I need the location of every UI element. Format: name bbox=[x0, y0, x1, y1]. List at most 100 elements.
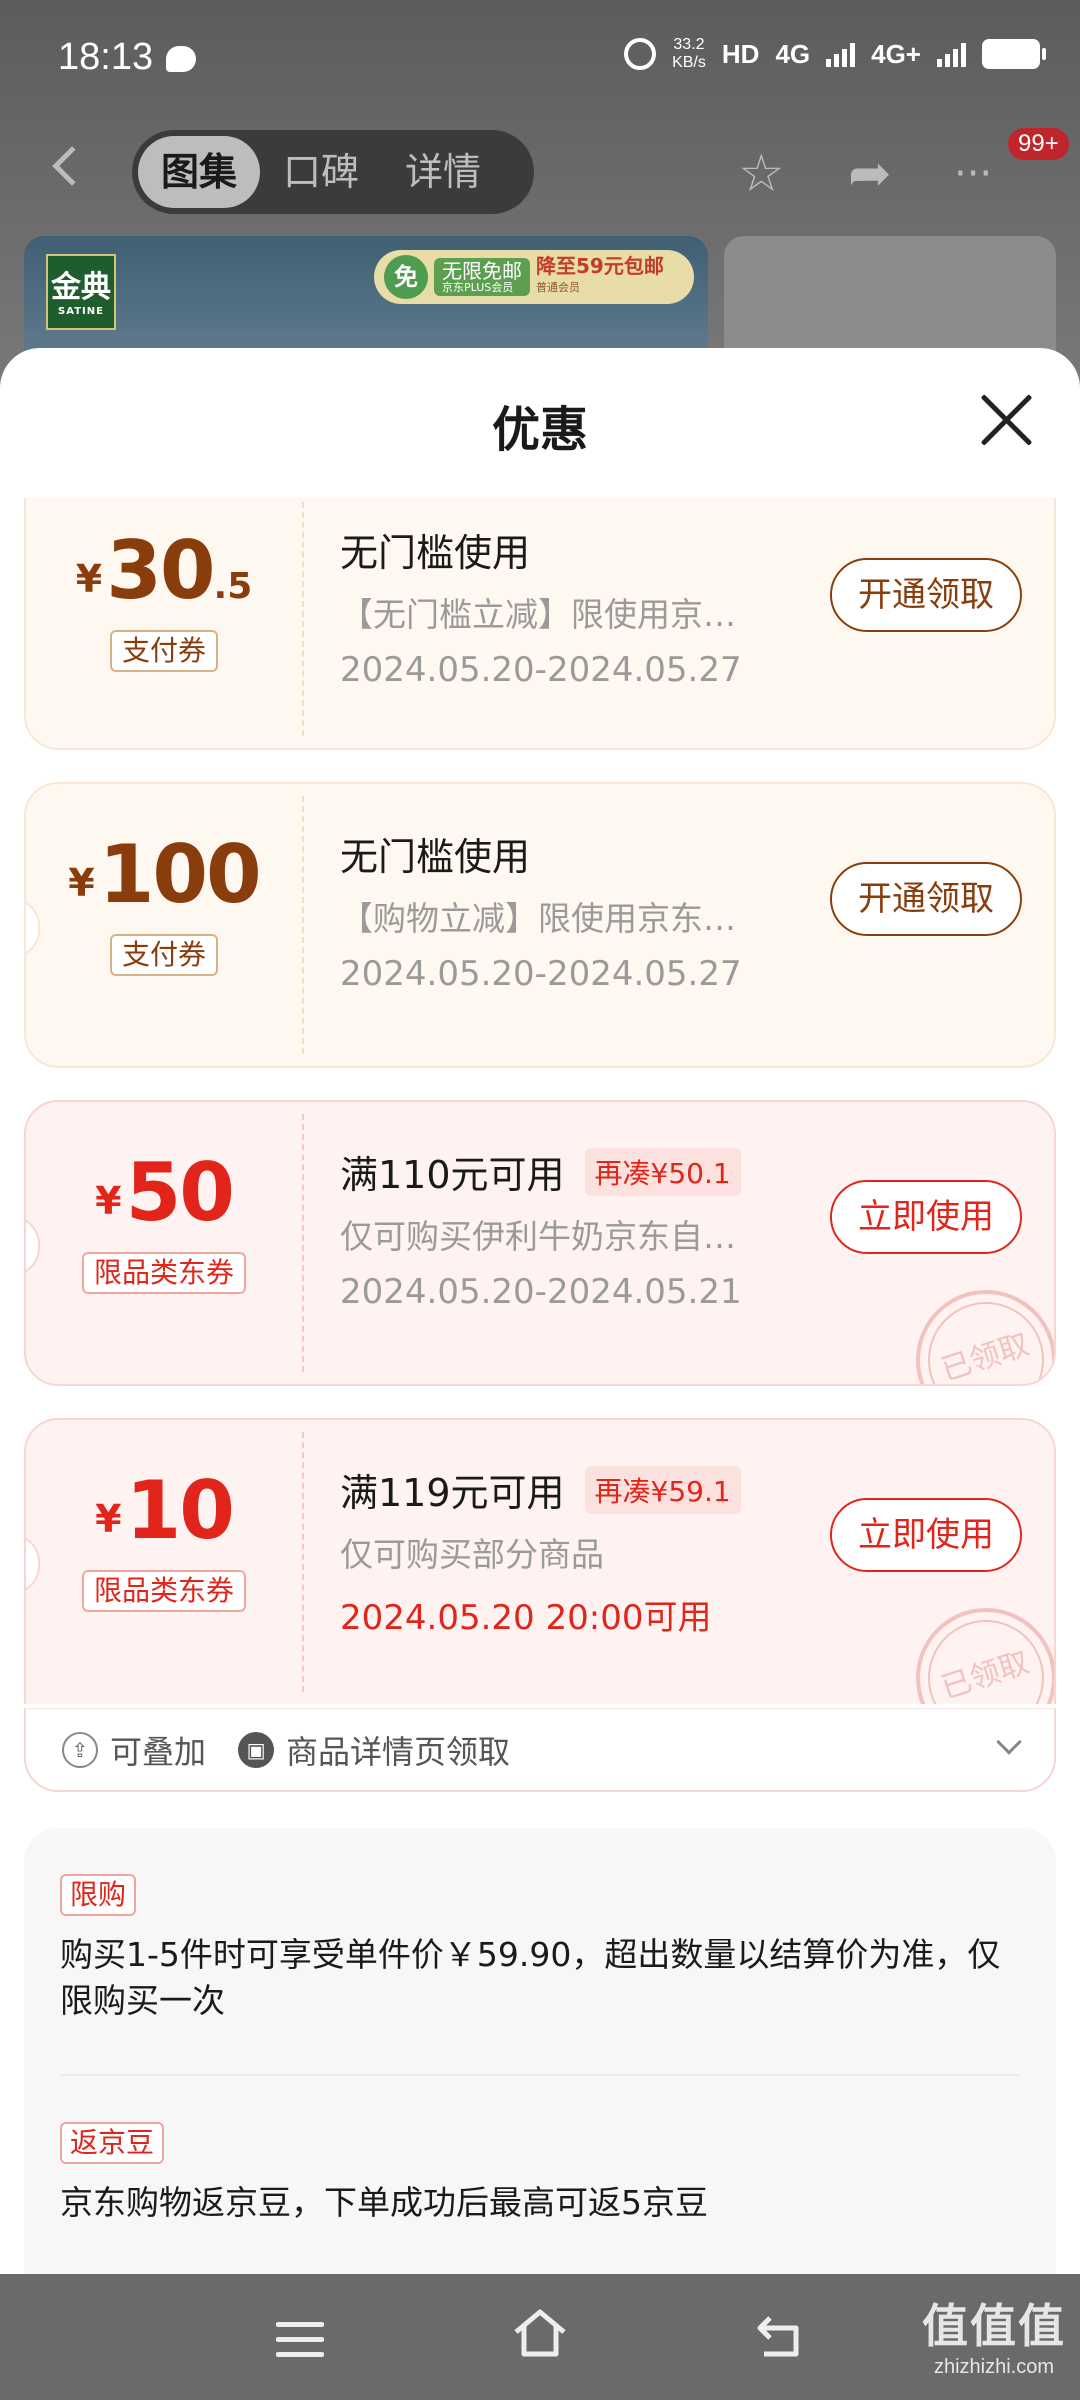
coupon-type-label: 限品类东券 bbox=[81, 1570, 246, 1612]
coupon-type-label: 限品类东券 bbox=[81, 1252, 246, 1294]
use-now-button[interactable]: 立即使用 bbox=[830, 1498, 1022, 1572]
menu-icon[interactable] bbox=[276, 2322, 324, 2358]
ticket-icon: ▣ bbox=[238, 1731, 275, 1768]
coupon-amount-int: 30 bbox=[106, 524, 215, 617]
share-icon[interactable]: ➦ bbox=[848, 148, 892, 200]
free-shipping-icon: 免 bbox=[384, 255, 428, 299]
brand-logo-sub: SATINE bbox=[58, 306, 104, 317]
claim-button[interactable]: 开通领取 bbox=[830, 558, 1022, 632]
coupon-title: 满110元可用 再凑¥50.1 bbox=[340, 1144, 741, 1199]
back-icon[interactable] bbox=[52, 146, 92, 186]
close-icon[interactable] bbox=[978, 392, 1034, 448]
normal-free-shipping: 降至59元包邮 普通会员 bbox=[536, 255, 664, 299]
offers-sheet: 优惠 ¥30.5 支付券 无门槛使用 【无门槛立减】限使用京… 2024.05.… bbox=[0, 348, 1080, 2274]
normal-free-shipping-main: 降至59元包邮 bbox=[536, 254, 664, 278]
coupon-amount: ¥30.5 bbox=[26, 524, 302, 617]
claim-button[interactable]: 开通领取 bbox=[830, 862, 1022, 936]
coupon-title-text: 无门槛使用 bbox=[340, 835, 531, 879]
purchase-limit-tag: 限购 bbox=[60, 1874, 137, 1916]
coupon-type: 限品类东券 bbox=[26, 1570, 302, 1612]
claimed-stamp: 已领取 bbox=[897, 1271, 1054, 1384]
purchase-info-card: 限购 购买1-5件时可享受单件价￥59.90，超出数量以结算价为准，仅限购买一次… bbox=[24, 1828, 1056, 2274]
coupon-divider bbox=[302, 796, 304, 1054]
purchase-limit-text: 购买1-5件时可享受单件价￥59.90，超出数量以结算价为准，仅限购买一次 bbox=[60, 1935, 1001, 2020]
hd-label: HD bbox=[721, 38, 760, 69]
coupon-amount: ¥50 bbox=[26, 1146, 302, 1239]
jd-bean-tag: 返京豆 bbox=[60, 2122, 165, 2164]
status-bar: 18:13 33.2 KB/s HD 4G 4G+ bbox=[0, 0, 1080, 120]
coupon-amount-int: 100 bbox=[98, 828, 262, 921]
tab-details[interactable]: 详情 bbox=[382, 136, 504, 208]
coupon-title: 无门槛使用 bbox=[340, 522, 530, 577]
coupon-footer[interactable]: ⇪ 可叠加 ▣ 商品详情页领取 bbox=[24, 1708, 1056, 1792]
coupon-description: 仅可购买伊利牛奶京东自… bbox=[340, 1217, 736, 1256]
coupon-currency: ¥ bbox=[95, 1179, 122, 1223]
normal-free-shipping-sub: 普通会员 bbox=[536, 281, 580, 294]
more-icon[interactable]: ··· bbox=[954, 148, 992, 200]
coupon-amount-int: 10 bbox=[125, 1464, 235, 1557]
status-time: 18:13 bbox=[58, 36, 154, 78]
status-icons: 33.2 KB/s HD 4G 4G+ bbox=[624, 36, 1046, 72]
coupon-type: 支付券 bbox=[26, 630, 302, 672]
coupon-amount: ¥100 bbox=[26, 828, 302, 921]
coupon-title-text: 无门槛使用 bbox=[340, 531, 531, 575]
coupon-description: 【无门槛立减】限使用京… bbox=[340, 595, 736, 634]
net-speed-unit: KB/s bbox=[672, 54, 706, 71]
product-tabs: 图集 口碑 详情 bbox=[132, 130, 534, 214]
coupon-title-text: 满119元可用 bbox=[340, 1471, 565, 1515]
jd-bean-block: 返京豆 京东购物返京豆，下单成功后最高可返5京豆 bbox=[60, 2122, 1020, 2226]
stack-icon: ⇪ bbox=[62, 1731, 98, 1768]
coupon-card: ¥10 限品类东券 满119元可用 再凑¥59.1 仅可购买部分商品 2024.… bbox=[24, 1418, 1056, 1704]
stackable-label: 可叠加 bbox=[110, 1732, 207, 1771]
watermark-text: 值值值 bbox=[922, 2299, 1066, 2353]
system-nav-bar: 值值值 zhizhizhi.com bbox=[0, 2274, 1080, 2400]
brand-logo-text: 金典 bbox=[51, 270, 111, 305]
tab-reviews[interactable]: 口碑 bbox=[260, 136, 382, 208]
remaining-amount-tag: 再凑¥50.1 bbox=[584, 1147, 741, 1196]
network-4g-plus: 4G+ bbox=[871, 38, 921, 69]
product-nav-bar: 图集 口碑 详情 ☆ ➦ ··· bbox=[0, 124, 1080, 220]
coupon-currency: ¥ bbox=[68, 861, 95, 905]
shipping-promo: 免 无限免邮 京东PLUS会员 降至59元包邮 普通会员 bbox=[374, 250, 694, 304]
coupon-title: 无门槛使用 bbox=[340, 826, 530, 881]
coupon-type: 限品类东券 bbox=[26, 1252, 302, 1294]
coupon-date: 2024.05.20-2024.05.27 bbox=[340, 954, 742, 994]
net-speed-value: 33.2 bbox=[673, 36, 705, 53]
coupon-title-text: 满110元可用 bbox=[340, 1153, 565, 1197]
coupon-card: ¥50 限品类东券 满110元可用 再凑¥50.1 仅可购买伊利牛奶京东自… 2… bbox=[24, 1100, 1056, 1386]
coupon-amount-dec: .5 bbox=[213, 566, 253, 607]
coupon-divider bbox=[302, 1432, 304, 1692]
coupon-divider bbox=[302, 1114, 304, 1372]
signal-icon-2 bbox=[937, 41, 966, 67]
coupon-card: ¥100 支付券 无门槛使用 【购物立减】限使用京东… 2024.05.20-2… bbox=[24, 782, 1056, 1068]
chat-bubble-icon bbox=[166, 46, 196, 72]
tab-gallery[interactable]: 图集 bbox=[138, 136, 261, 208]
claimed-stamp: 已领取 bbox=[897, 1589, 1054, 1704]
coupon-type-label: 支付券 bbox=[109, 630, 218, 672]
chevron-down-icon[interactable] bbox=[996, 1729, 1022, 1755]
divider bbox=[60, 2074, 1020, 2076]
coupon-type: 支付券 bbox=[26, 934, 302, 976]
coupon-currency: ¥ bbox=[75, 557, 103, 601]
star-icon[interactable]: ☆ bbox=[738, 148, 785, 200]
network-4g: 4G bbox=[775, 38, 811, 69]
plus-free-shipping-main: 无限免邮 bbox=[442, 259, 522, 283]
coupon-title: 满119元可用 再凑¥59.1 bbox=[340, 1462, 741, 1517]
signal-icon bbox=[826, 41, 856, 67]
back-icon[interactable] bbox=[754, 2312, 804, 2358]
brand-logo: 金典 SATINE bbox=[46, 254, 116, 330]
use-now-button[interactable]: 立即使用 bbox=[830, 1180, 1022, 1254]
sheet-title: 优惠 bbox=[491, 402, 588, 458]
coupon-amount: ¥10 bbox=[26, 1464, 302, 1557]
coupon-currency: ¥ bbox=[95, 1497, 122, 1541]
watermark: 值值值 zhizhizhi.com bbox=[922, 2290, 1066, 2379]
plus-free-shipping: 无限免邮 京东PLUS会员 bbox=[434, 258, 530, 296]
alarm-icon bbox=[624, 38, 657, 70]
coupon-available-time: 2024.05.20 20:00可用 bbox=[340, 1598, 712, 1638]
claim-source-info: ▣ 商品详情页领取 bbox=[238, 1727, 510, 1773]
plus-free-shipping-sub: 京东PLUS会员 bbox=[442, 281, 514, 294]
claim-source-label: 商品详情页领取 bbox=[286, 1732, 511, 1771]
home-icon[interactable] bbox=[512, 2308, 568, 2358]
offers-list[interactable]: ¥30.5 支付券 无门槛使用 【无门槛立减】限使用京… 2024.05.20-… bbox=[0, 498, 1080, 2274]
battery-icon bbox=[982, 39, 1046, 69]
